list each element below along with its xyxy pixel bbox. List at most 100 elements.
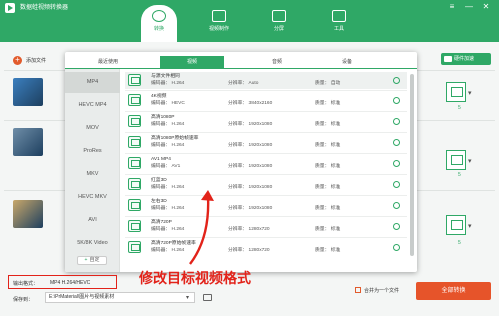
- tab-device[interactable]: 设备: [315, 56, 379, 68]
- video-format-icon: [128, 74, 141, 86]
- gear-icon[interactable]: [393, 97, 400, 104]
- preset-divider: [125, 237, 407, 238]
- convert-all-button[interactable]: 全部转换: [416, 282, 491, 300]
- preset-codec: 编码器： H.264: [151, 143, 185, 148]
- preset-row[interactable]: 高清1080P原始帧速率 编码器： H.264 分辨率： 1920x1080 质…: [125, 134, 407, 151]
- gear-icon[interactable]: [393, 181, 400, 188]
- video-format-icon: [128, 115, 141, 127]
- gear-icon[interactable]: [393, 118, 400, 125]
- preset-row[interactable]: 高清720P原始帧速率 编码器： H.264 分辨率： 1280x720 质量：…: [125, 239, 407, 256]
- preset-row[interactable]: 红蓝3D 编码器： H.264 分辨率： 1920x1080 质量： 标准: [125, 176, 407, 193]
- preset-divider: [125, 111, 407, 112]
- video-thumbnail[interactable]: [13, 128, 43, 156]
- preset-resolution: 分辨率： 1280x720: [228, 227, 270, 232]
- gear-icon[interactable]: [393, 244, 400, 251]
- preset-quality: 质量： 标准: [315, 143, 341, 148]
- subtitle-count: 5: [458, 105, 461, 111]
- output-format-icon[interactable]: [446, 150, 466, 170]
- gear-icon[interactable]: [393, 139, 400, 146]
- preset-quality: 质量： 标准: [315, 248, 341, 253]
- hardware-accel-button[interactable]: 硬件加速: [441, 53, 491, 65]
- tab-video-making-label: 视频制作: [208, 26, 229, 32]
- preset-scrollbar[interactable]: [410, 74, 414, 256]
- video-thumbnail[interactable]: [13, 78, 43, 106]
- output-format-select[interactable]: MP4 H.264/HEVC: [50, 280, 90, 286]
- preset-row[interactable]: 高清720P 编码器： H.264 分辨率： 1280x720 质量： 标准: [125, 218, 407, 235]
- preset-resolution: 分辨率： 1920x1080: [228, 164, 273, 169]
- preset-resolution: 分辨率： 1920x1080: [228, 122, 273, 127]
- format-item[interactable]: ProRes: [65, 141, 120, 162]
- add-files-button[interactable]: +: [13, 56, 22, 65]
- preset-quality: 质量： 自动: [315, 81, 341, 86]
- save-to-label: 保存到：: [13, 297, 34, 303]
- chevron-down-icon[interactable]: ▾: [186, 294, 189, 301]
- preset-row[interactable]: 4K视频 编码器： HEVC 分辨率： 3840x2160 质量： 标准: [125, 92, 407, 109]
- preset-row[interactable]: 高清1080P 编码器： H.264 分辨率： 1920x1080 质量： 标准: [125, 113, 407, 130]
- toolbox-icon: [332, 10, 346, 22]
- chevron-down-icon[interactable]: ▾: [468, 157, 472, 165]
- preset-row[interactable]: AV1 MP4 编码器： AV1 分辨率： 1920x1080 质量： 标准: [125, 155, 407, 172]
- tab-audio[interactable]: 音频: [245, 56, 309, 68]
- split-screen-icon: [272, 10, 286, 22]
- chevron-down-icon[interactable]: ▾: [468, 222, 472, 230]
- preset-name: 红蓝3D: [151, 178, 167, 183]
- subtitle-count: 5: [458, 172, 461, 178]
- video-format-icon: [128, 94, 141, 106]
- gear-icon[interactable]: [393, 223, 400, 230]
- save-path-select[interactable]: E:\PrMaterial\图片与视频素材: [45, 292, 195, 303]
- tab-recent[interactable]: 最近使用: [75, 56, 141, 68]
- format-item[interactable]: 5K/8K Video: [65, 233, 120, 254]
- gear-icon[interactable]: [393, 202, 400, 209]
- video-format-icon: [128, 241, 141, 253]
- preset-quality: 质量： 标准: [315, 206, 341, 211]
- tab-tools[interactable]: 工具: [321, 5, 357, 42]
- chevron-down-icon[interactable]: ▾: [468, 89, 472, 97]
- preset-divider: [125, 153, 407, 154]
- menu-icon[interactable]: ≡: [447, 2, 457, 12]
- add-files-label[interactable]: 添加文件: [26, 57, 46, 64]
- custom-button[interactable]: 自定: [77, 256, 107, 265]
- close-button[interactable]: ✕: [481, 2, 491, 12]
- video-thumbnail[interactable]: [13, 200, 43, 228]
- tab-video[interactable]: 视频: [160, 56, 224, 68]
- preset-divider: [125, 174, 407, 175]
- hardware-accel-label: 硬件加速: [454, 56, 475, 62]
- preset-name: 4K视频: [151, 94, 167, 99]
- video-format-icon: [128, 157, 141, 169]
- preset-name: 与源文件相同: [151, 74, 180, 79]
- subtitle-count: 5: [458, 240, 461, 246]
- annotation-arrow-icon: [189, 190, 214, 265]
- preset-codec: 编码器： HEVC: [151, 101, 185, 106]
- merge-checkbox[interactable]: [355, 287, 361, 293]
- tab-convert-label: 转换: [153, 26, 164, 32]
- gear-icon[interactable]: [393, 77, 400, 84]
- output-format-icon[interactable]: [446, 215, 466, 235]
- preset-name: 左右3D: [151, 199, 167, 204]
- tab-split-screen[interactable]: 分屏: [261, 5, 297, 42]
- annotation-text: 修改目标视频格式: [139, 270, 251, 286]
- format-item[interactable]: HEVC MKV: [65, 187, 120, 208]
- open-folder-icon[interactable]: [203, 294, 212, 301]
- format-list: MP4 HEVC MP4 MOV ProRes MKV HEVC MKV AVI…: [65, 69, 120, 272]
- preset-quality: 质量： 标准: [315, 164, 341, 169]
- tab-video-making[interactable]: 视频制作: [201, 5, 237, 42]
- preset-quality: 质量： 标准: [315, 122, 341, 127]
- format-item[interactable]: MP4: [65, 72, 120, 93]
- tab-convert[interactable]: 转换: [141, 5, 177, 42]
- format-item[interactable]: MOV: [65, 118, 120, 139]
- preset-row[interactable]: 与源文件相同 编码器： H.264 分辨率： Auto 质量： 自动: [125, 72, 407, 89]
- format-item[interactable]: MKV: [65, 164, 120, 185]
- output-format-icon[interactable]: [446, 82, 466, 102]
- format-item[interactable]: AVI: [65, 210, 120, 231]
- preset-divider: [125, 195, 407, 196]
- preset-quality: 质量： 标准: [315, 185, 341, 190]
- minimize-button[interactable]: —: [464, 2, 474, 12]
- preset-codec: 编码器： AV1: [151, 164, 181, 169]
- video-icon: [212, 10, 226, 22]
- preset-resolution: 分辨率： 1280x720: [228, 248, 270, 253]
- preset-quality: 质量： 标准: [315, 101, 341, 106]
- preset-row[interactable]: 左右3D 编码器： H.264 分辨率： 1920x1080 质量： 标准: [125, 197, 407, 214]
- preset-divider: [125, 216, 407, 217]
- format-item[interactable]: HEVC MP4: [65, 95, 120, 116]
- gear-icon[interactable]: [393, 160, 400, 167]
